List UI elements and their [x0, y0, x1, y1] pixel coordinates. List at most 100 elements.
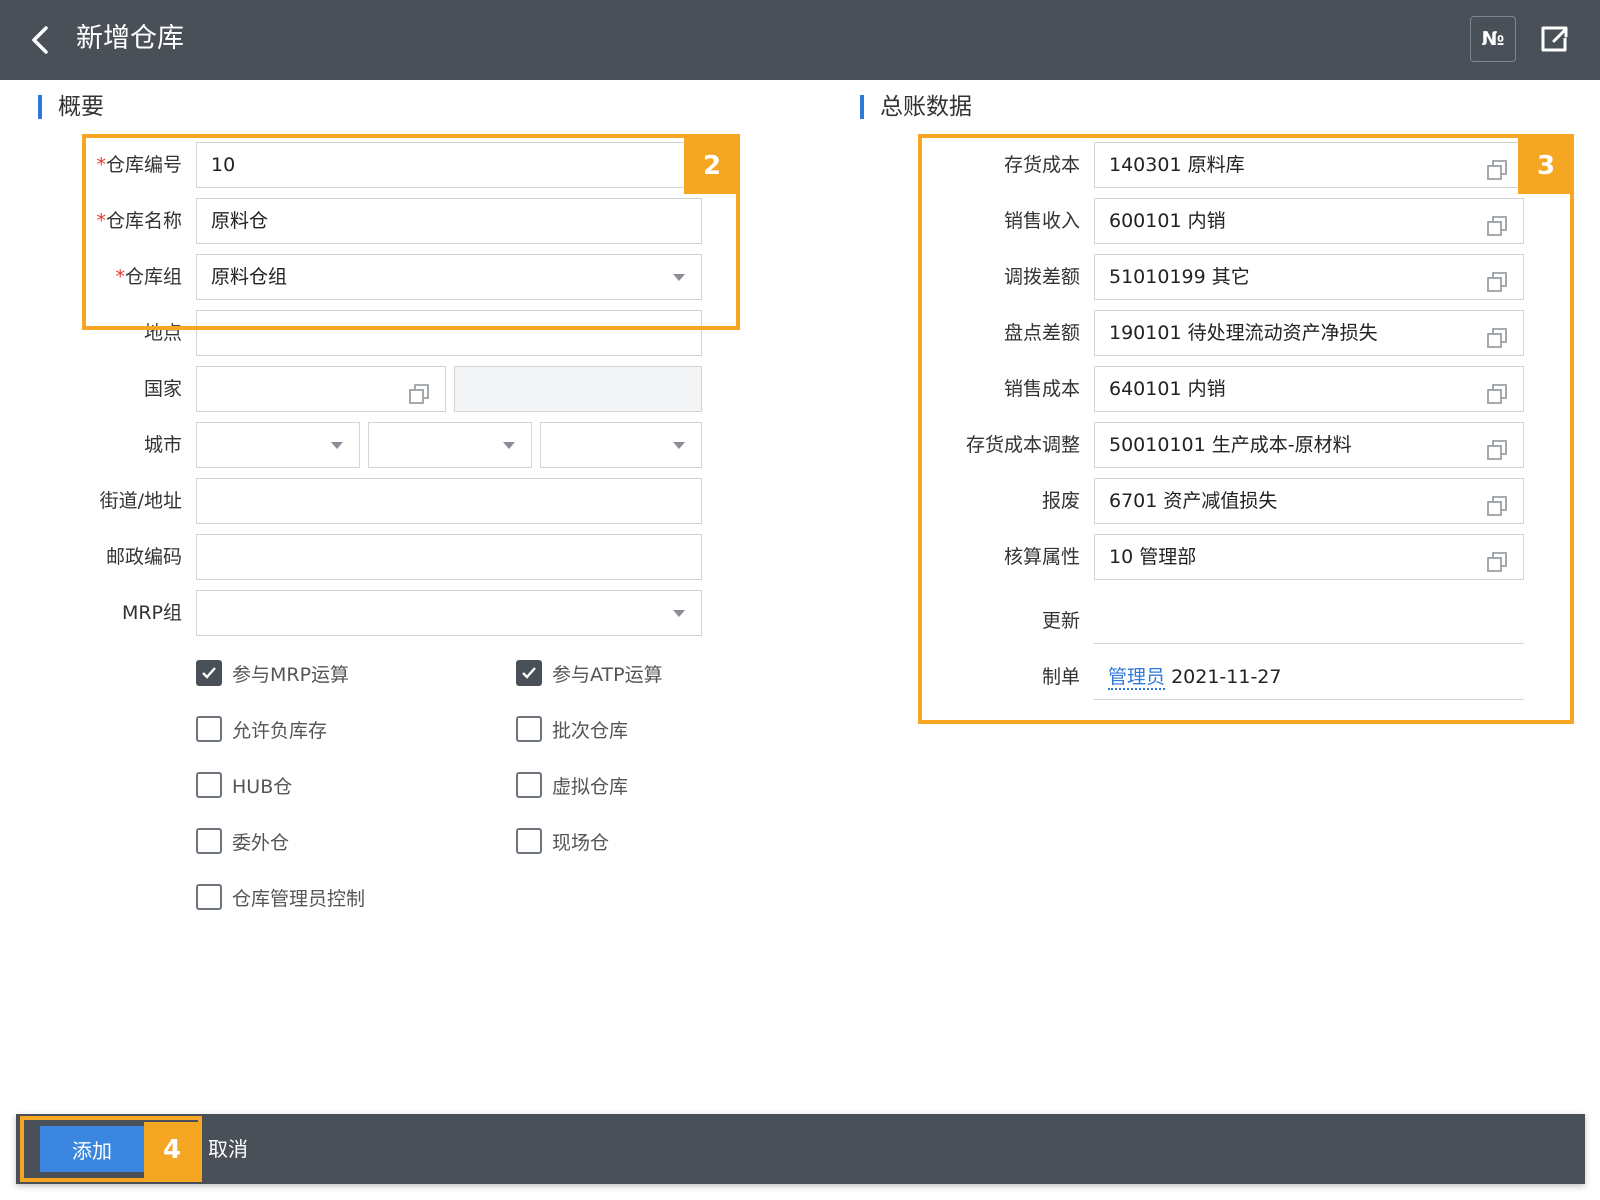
copy-icon[interactable] — [1485, 210, 1509, 236]
hub-warehouse-checkbox[interactable]: HUB仓 — [196, 770, 292, 800]
ledger-field-label: 调拨差额 — [1003, 266, 1080, 288]
add-button[interactable]: 添加 — [40, 1126, 144, 1172]
city-select[interactable] — [368, 422, 532, 468]
ledger-field-value: 140301 原料库 — [1109, 154, 1245, 176]
checkbox-box — [196, 772, 222, 798]
ledger-field-input[interactable]: 190101 待处理流动资产净损失 — [1094, 310, 1524, 356]
chevron-down-icon — [503, 442, 515, 449]
ledger-field-label: 核算属性 — [1003, 546, 1080, 568]
ledger-field-label: 盘点差额 — [1003, 322, 1080, 344]
ledger-field-input[interactable]: 10 管理部 — [1094, 534, 1524, 580]
ledger-field-value: 190101 待处理流动资产净损失 — [1109, 322, 1378, 344]
top-bar: 新增仓库 № — [0, 0, 1600, 80]
city-label: 城市 — [143, 434, 182, 456]
atp-calc-checkbox[interactable]: 参与ATP运算 — [516, 658, 663, 688]
chevron-down-icon — [673, 274, 685, 281]
warehouse-group-label: *仓库组 — [115, 266, 182, 288]
province-select[interactable] — [196, 422, 360, 468]
step-badge-4: 4 — [144, 1122, 200, 1178]
copy-icon[interactable] — [1485, 546, 1509, 572]
checkbox-box — [516, 716, 542, 742]
ledger-field-value: 50010101 生产成本-原材料 — [1109, 434, 1352, 456]
ledger-field-label: 存货成本调整 — [965, 434, 1080, 456]
ledger-field-label: 销售收入 — [1003, 210, 1080, 232]
step-badge-2: 2 — [684, 138, 740, 194]
ledger-field-input[interactable]: 6701 资产减值损失 — [1094, 478, 1524, 524]
ledger-field-label: 报废 — [1041, 490, 1080, 512]
created-label: 制单 — [1041, 666, 1080, 688]
check-icon — [196, 660, 222, 686]
checkbox-box — [516, 772, 542, 798]
creator-link[interactable]: 管理员 — [1108, 666, 1166, 690]
check-icon — [516, 660, 542, 686]
copy-icon[interactable] — [1485, 434, 1509, 460]
ledger-field-label: 存货成本 — [1003, 154, 1080, 176]
ledger-field-input[interactable]: 140301 原料库 — [1094, 142, 1524, 188]
checkbox-box — [196, 716, 222, 742]
copy-icon[interactable] — [1485, 490, 1509, 516]
chevron-down-icon — [673, 442, 685, 449]
location-input[interactable] — [196, 310, 702, 356]
share-icon[interactable] — [1537, 22, 1571, 56]
chevron-down-icon — [673, 610, 685, 617]
copy-icon[interactable] — [407, 378, 431, 404]
checkbox-box — [516, 828, 542, 854]
chevron-down-icon — [331, 442, 343, 449]
created-date: 2021-11-27 — [1171, 666, 1282, 688]
copy-icon[interactable] — [1485, 378, 1509, 404]
country-name-field — [454, 366, 702, 412]
allow-negative-stock-checkbox[interactable]: 允许负库存 — [196, 714, 327, 744]
street-input[interactable] — [196, 478, 702, 524]
updated-label: 更新 — [1041, 610, 1080, 632]
page-title: 新增仓库 — [76, 23, 184, 54]
virtual-warehouse-checkbox[interactable]: 虚拟仓库 — [516, 770, 628, 800]
checkbox-box — [196, 828, 222, 854]
numbering-button[interactable]: № — [1470, 16, 1516, 62]
ledger-field-input[interactable]: 600101 内销 — [1094, 198, 1524, 244]
warehouse-code-label: *仓库编号 — [96, 154, 182, 176]
copy-icon[interactable] — [1485, 266, 1509, 292]
ledger-field-label: 销售成本 — [1003, 378, 1080, 400]
warehouse-group-value: 原料仓组 — [211, 266, 288, 288]
street-label: 街道/地址 — [99, 490, 182, 512]
keeper-control-checkbox[interactable]: 仓库管理员控制 — [196, 882, 365, 912]
country-label: 国家 — [143, 378, 182, 400]
ledger-field-input[interactable]: 50010101 生产成本-原材料 — [1094, 422, 1524, 468]
postal-code-input[interactable] — [196, 534, 702, 580]
ledger-field-input[interactable]: 51010199 其它 — [1094, 254, 1524, 300]
step-badge-3: 3 — [1518, 138, 1574, 194]
mrp-group-select[interactable] — [196, 590, 702, 636]
mrp-calc-checkbox[interactable]: 参与MRP运算 — [196, 658, 349, 688]
copy-icon[interactable] — [1485, 154, 1509, 180]
ledger-field-input[interactable]: 640101 内销 — [1094, 366, 1524, 412]
required-mark: * — [115, 266, 125, 288]
postal-code-label: 邮政编码 — [105, 546, 182, 568]
warehouse-name-input[interactable]: 原料仓 — [196, 198, 702, 244]
location-label: 地点 — [143, 322, 182, 344]
ledger-field-value: 51010199 其它 — [1109, 266, 1250, 288]
back-icon[interactable] — [26, 22, 56, 58]
required-mark: * — [96, 154, 106, 176]
district-select[interactable] — [540, 422, 702, 468]
warehouse-code-input[interactable]: 10 — [196, 142, 702, 188]
warehouse-name-label: *仓库名称 — [96, 210, 182, 232]
required-mark: * — [96, 210, 106, 232]
checkbox-box — [196, 884, 222, 910]
footer-bar: 添加 取消 — [16, 1114, 1585, 1184]
onsite-warehouse-checkbox[interactable]: 现场仓 — [516, 826, 609, 856]
warehouse-group-select[interactable]: 原料仓组 — [196, 254, 702, 300]
overview-section-title: 概要 — [38, 92, 104, 122]
ledger-section-title: 总账数据 — [860, 92, 972, 122]
outsourced-warehouse-checkbox[interactable]: 委外仓 — [196, 826, 289, 856]
mrp-group-label: MRP组 — [121, 602, 182, 624]
ledger-field-value: 640101 内销 — [1109, 378, 1226, 400]
cancel-button[interactable]: 取消 — [208, 1126, 248, 1172]
ledger-field-value: 6701 资产减值损失 — [1109, 490, 1278, 512]
ledger-field-value: 10 管理部 — [1109, 546, 1197, 568]
batch-warehouse-checkbox[interactable]: 批次仓库 — [516, 714, 628, 744]
created-value: 管理员 2021-11-27 — [1094, 654, 1524, 700]
copy-icon[interactable] — [1485, 322, 1509, 348]
ledger-field-value: 600101 内销 — [1109, 210, 1226, 232]
updated-value — [1094, 598, 1524, 644]
country-input[interactable] — [196, 366, 446, 412]
